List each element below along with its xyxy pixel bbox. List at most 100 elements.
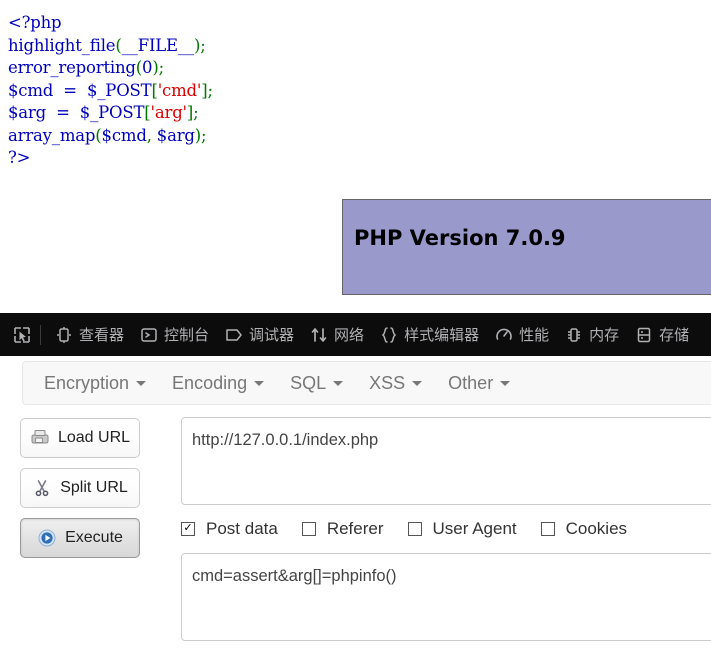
split-url-button[interactable]: Split URL xyxy=(20,468,140,508)
checkbox-cookies[interactable]: Cookies xyxy=(540,519,628,539)
hackbar-button-label: Split URL xyxy=(60,479,128,496)
url-input[interactable] xyxy=(181,417,711,505)
chevron-down-icon xyxy=(254,380,265,386)
code-token: $cmd xyxy=(101,125,147,145)
code-token: 'cmd' xyxy=(157,80,202,100)
hackbar-fields-column: Post data Referer User Agent Cookies xyxy=(181,417,711,670)
devtools-tab-5[interactable]: 样式编辑器 xyxy=(372,320,487,350)
checkbox-post-data[interactable]: Post data xyxy=(181,519,278,539)
style-editor-icon xyxy=(381,326,397,343)
hackbar-menu-label: XSS xyxy=(369,372,406,393)
devtools-tab-3[interactable]: 调试器 xyxy=(217,320,302,350)
code-line: $arg = $_POST['arg']; xyxy=(8,102,711,125)
code-token: __FILE__ xyxy=(121,35,195,55)
hackbar-menu-label: Encoding xyxy=(172,372,248,393)
devtools-tab-label: 存储 xyxy=(659,326,690,344)
hackbar-menu-label: Encryption xyxy=(44,372,130,393)
console-icon xyxy=(141,327,157,342)
hackbar-menu-encryption[interactable]: Encryption xyxy=(31,367,159,400)
checkbox-unchecked-icon[interactable] xyxy=(540,522,555,536)
debugger-icon xyxy=(226,328,242,341)
hackbar-button-label: Execute xyxy=(65,529,123,546)
element-picker-button[interactable] xyxy=(6,321,38,349)
devtools-tab-7[interactable]: 内存 xyxy=(557,320,627,350)
code-token: error_reporting xyxy=(8,58,136,77)
hackbar-menu-xss[interactable]: XSS xyxy=(356,367,435,400)
devtools-tab-label: 内存 xyxy=(589,326,620,344)
code-line: $cmd = $_POST['cmd']; xyxy=(8,80,711,103)
load-url-button[interactable]: Load URL xyxy=(20,418,140,458)
code-token: ; xyxy=(158,58,165,77)
code-token: 'arg' xyxy=(150,103,188,122)
devtools-tab-label: 网络 xyxy=(334,326,365,344)
code-token: ; xyxy=(193,103,199,122)
code-line: ?> xyxy=(8,147,711,170)
element-picker-icon xyxy=(14,326,30,343)
performance-icon xyxy=(496,328,512,340)
devtools-tab-8[interactable]: 存储 xyxy=(627,320,697,350)
post-data-input[interactable] xyxy=(181,553,711,641)
hackbar-menu-label: Other xyxy=(448,372,494,393)
devtools-tab-label: 调试器 xyxy=(249,326,295,344)
code-token: 0 xyxy=(142,58,153,77)
code-token: array_map xyxy=(8,125,96,145)
code-token: $cmd = $_POST xyxy=(8,80,152,100)
chevron-down-icon xyxy=(333,380,344,386)
hackbar-button-column: Load URL Split URL Execute xyxy=(20,418,170,568)
phpinfo-version-banner: PHP Version 7.0.9 xyxy=(342,199,711,295)
code-token: ?> xyxy=(8,148,31,167)
checkbox-label: User Agent xyxy=(432,519,517,538)
chevron-down-icon xyxy=(136,380,147,386)
toolbar-separator xyxy=(40,324,41,345)
devtools-tab-4[interactable]: 网络 xyxy=(302,320,372,350)
checkbox-label: Post data xyxy=(206,519,278,538)
devtools-tab-6[interactable]: 性能 xyxy=(487,320,557,350)
checkbox-unchecked-icon[interactable] xyxy=(407,522,422,536)
devtools-tab-list: 查看器 控制台 调试器 网络 样式编辑器 性能 内存 存储 xyxy=(47,320,697,350)
php-source-output: <?php highlight_file(__FILE__); error_repo… xyxy=(0,0,711,170)
code-token: ; xyxy=(207,80,213,100)
code-line: <?php xyxy=(8,12,711,35)
checkbox-label: Referer xyxy=(326,519,384,538)
chevron-down-icon xyxy=(500,380,511,386)
hackbar-menu-other[interactable]: Other xyxy=(435,367,523,400)
code-line: highlight_file(__FILE__); xyxy=(8,35,711,58)
code-token: <?php xyxy=(8,13,62,32)
memory-icon xyxy=(568,327,581,342)
play-icon xyxy=(38,529,56,547)
devtools-tab-label: 控制台 xyxy=(164,326,210,344)
browser-window: <?php highlight_file(__FILE__); error_repo… xyxy=(0,0,711,670)
devtools-tab-2[interactable]: 控制台 xyxy=(132,320,217,350)
code-token: $arg xyxy=(151,125,195,145)
hackbar-menubar: Encryption Encoding SQL XSS Other xyxy=(22,361,711,405)
checkbox-checked-icon[interactable] xyxy=(181,522,195,536)
code-token: $arg = $_POST xyxy=(8,103,145,122)
hackbar-menu-sql[interactable]: SQL xyxy=(277,367,356,400)
execute-button[interactable]: Execute xyxy=(20,518,140,558)
load-url-icon xyxy=(31,430,49,444)
code-line: array_map($cmd, $arg); xyxy=(8,125,711,148)
network-icon xyxy=(311,327,327,342)
php-version-label: PHP Version 7.0.9 xyxy=(354,226,566,250)
checkbox-referer[interactable]: Referer xyxy=(301,519,384,539)
php-code-block: <?php highlight_file(__FILE__); error_repo… xyxy=(8,12,711,170)
code-token: ; xyxy=(200,35,206,55)
hackbar-menu-label: SQL xyxy=(290,372,327,393)
code-token: ; xyxy=(201,125,207,145)
checkbox-label: Cookies xyxy=(565,519,628,538)
chevron-down-icon xyxy=(412,380,423,386)
code-line: error_reporting(0); xyxy=(8,57,711,80)
devtools-tab-1[interactable]: 查看器 xyxy=(47,320,132,350)
checkbox-unchecked-icon[interactable] xyxy=(301,522,316,536)
hackbar-options-row: Post data Referer User Agent Cookies xyxy=(181,514,711,544)
inspector-icon xyxy=(57,326,71,343)
devtools-toolbar: 查看器 控制台 调试器 网络 样式编辑器 性能 内存 存储 xyxy=(0,313,711,356)
devtools-tab-label: 查看器 xyxy=(79,326,125,344)
devtools-tab-label: 样式编辑器 xyxy=(404,326,480,344)
code-token: highlight_file xyxy=(8,35,116,55)
devtools-tab-label: 性能 xyxy=(519,326,550,344)
scissors-icon xyxy=(35,480,49,497)
hackbar-menu-encoding[interactable]: Encoding xyxy=(159,367,277,400)
checkbox-user-agent[interactable]: User Agent xyxy=(407,519,517,539)
hackbar-panel: Encryption Encoding SQL XSS Other Load URL Sp… xyxy=(0,356,711,670)
